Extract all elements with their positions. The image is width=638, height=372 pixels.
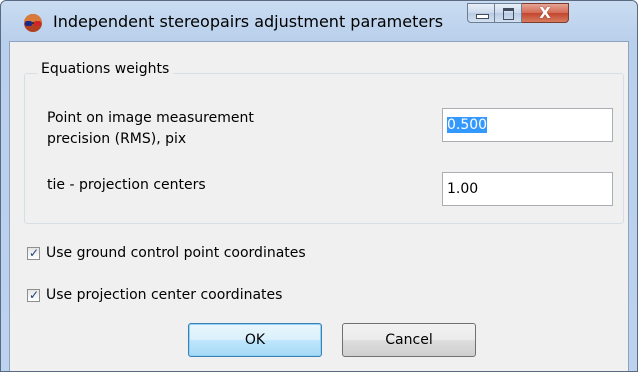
title-bar[interactable]: Independent stereopairs adjustment param… xyxy=(1,1,637,41)
dialog-window: Independent stereopairs adjustment param… xyxy=(0,0,638,372)
tie-projection-centers-label: tie - projection centers xyxy=(47,177,206,193)
use-gcp-coordinates-checkbox[interactable]: ✓ xyxy=(27,245,40,260)
close-icon: X xyxy=(539,4,551,22)
use-gcp-coordinates-checkbox-row[interactable]: ✓ Use ground control point coordinates xyxy=(27,243,306,263)
measurement-precision-input[interactable]: 0.500 xyxy=(442,108,613,142)
minimize-button[interactable] xyxy=(467,3,495,23)
tie-projection-centers-value: 1.00 xyxy=(447,181,479,197)
cancel-button[interactable]: Cancel xyxy=(342,323,476,357)
stereo-glasses-icon xyxy=(24,14,42,32)
checkmark-icon: ✓ xyxy=(29,245,40,260)
use-projection-center-checkbox-row[interactable]: ✓ Use projection center coordinates xyxy=(27,285,282,305)
group-title: Equations weights xyxy=(37,61,174,77)
measurement-precision-label-line2: precision (RMS), pix xyxy=(47,131,187,147)
maximize-icon xyxy=(503,8,514,20)
checkmark-icon: ✓ xyxy=(29,287,40,302)
close-button[interactable]: X xyxy=(522,3,569,23)
window-title: Independent stereopairs adjustment param… xyxy=(53,12,444,31)
caption-buttons: X xyxy=(467,3,627,25)
measurement-precision-label: Point on image measurement precision (RM… xyxy=(47,108,254,150)
use-projection-center-label[interactable]: Use projection center coordinates xyxy=(46,287,282,303)
minimize-icon xyxy=(476,14,489,19)
ok-button[interactable]: OK xyxy=(188,323,322,357)
maximize-button[interactable] xyxy=(495,3,522,23)
use-projection-center-checkbox[interactable]: ✓ xyxy=(27,287,40,302)
measurement-precision-value: 0.500 xyxy=(447,117,488,133)
use-gcp-coordinates-label[interactable]: Use ground control point coordinates xyxy=(46,245,306,261)
measurement-precision-label-line1: Point on image measurement xyxy=(47,110,254,126)
tie-projection-centers-input[interactable]: 1.00 xyxy=(442,172,613,206)
